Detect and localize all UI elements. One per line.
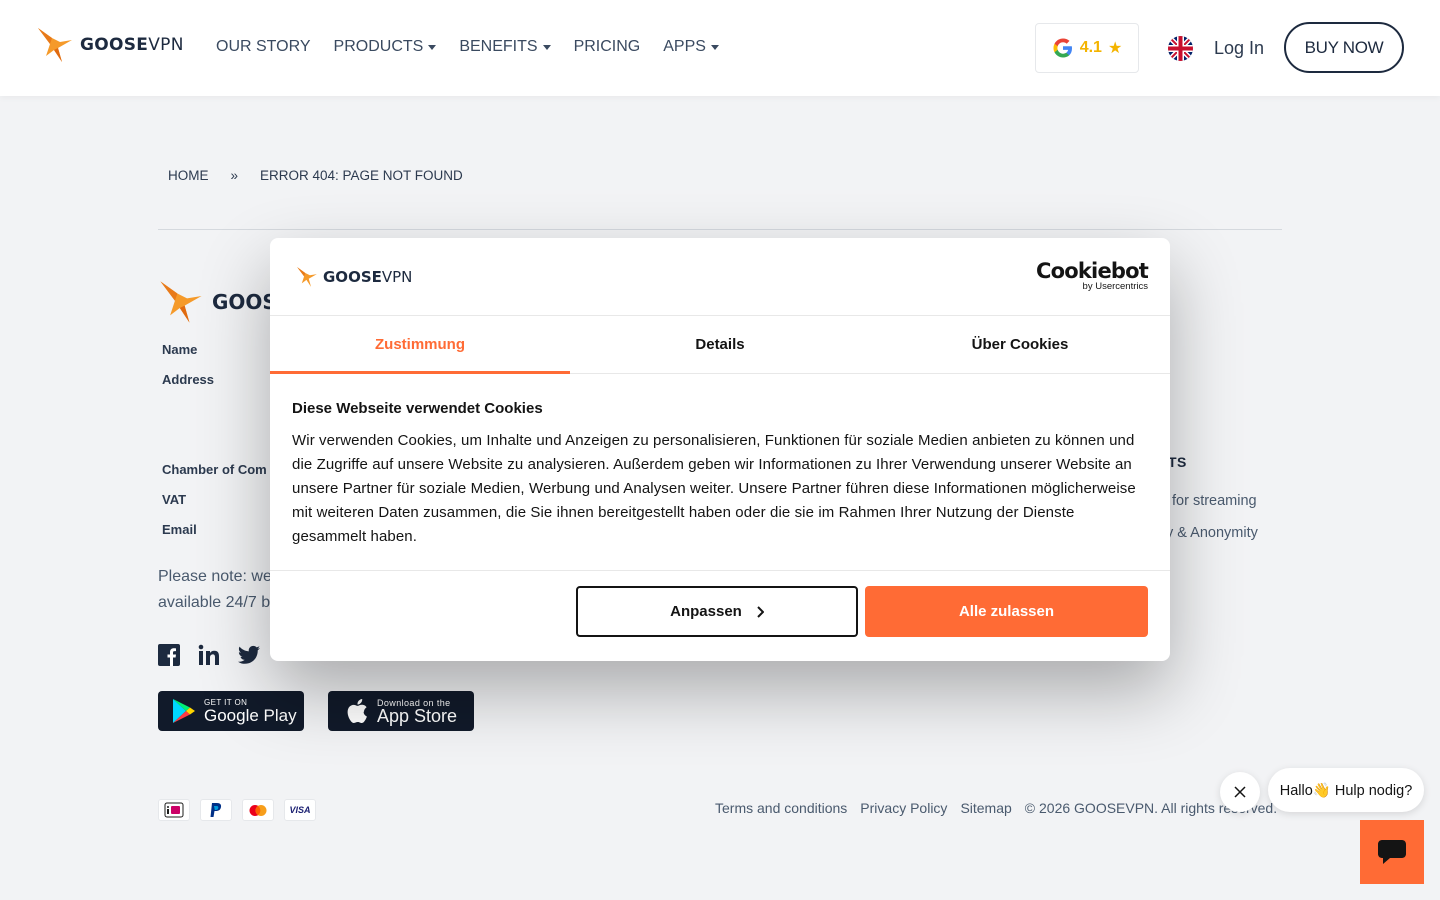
google-rating-badge[interactable]: 4.1 ★	[1035, 23, 1139, 73]
paypal-icon	[200, 799, 232, 821]
breadcrumb-home[interactable]: HOME	[168, 168, 209, 183]
caret-down-icon	[542, 44, 551, 50]
goose-logo-icon	[38, 28, 72, 62]
note-line: available 24/7 b	[158, 594, 271, 611]
linkedin-icon[interactable]	[198, 644, 220, 666]
cookie-dialog-title: Diese Webseite verwendet Cookies	[292, 400, 543, 417]
tab-details[interactable]: Details	[570, 316, 870, 373]
store-name: App Store	[377, 705, 458, 726]
note-line: Please note: we	[158, 568, 272, 585]
info-label-name: Name	[162, 342, 198, 357]
cookiebot-wordmark: Cookiebot	[1036, 259, 1149, 283]
social-links	[158, 644, 260, 666]
nav-label: PRICING	[573, 38, 641, 55]
app-store-button[interactable]: Download on the App Store	[328, 691, 474, 731]
customize-label: Anpassen	[670, 603, 742, 620]
chat-icon	[1378, 840, 1406, 864]
site-logo[interactable]: GOOSEVPN	[36, 26, 184, 64]
cookiebot-logo[interactable]: Cookiebot by Usercentrics	[1036, 259, 1149, 292]
site-header: GOOSEVPN OUR STORY PRODUCTS BENEFITS PRI…	[0, 0, 1440, 96]
footer-legal-links: Terms and conditions Privacy Policy Site…	[715, 800, 1277, 816]
allow-all-button[interactable]: Alle zulassen	[865, 586, 1148, 637]
tab-ueber-cookies[interactable]: Über Cookies	[870, 316, 1170, 373]
store-name: Google Play	[204, 706, 297, 725]
buy-now-button[interactable]: BUY NOW	[1284, 22, 1404, 73]
chat-greeting-bubble[interactable]: Hallo👋 Hulp nodig?	[1268, 768, 1424, 812]
apple-icon	[347, 699, 367, 724]
visa-icon: VISA	[284, 799, 316, 821]
info-label-vat: VAT	[162, 492, 187, 507]
chat-close-button[interactable]	[1220, 772, 1260, 812]
cookie-dialog-text: Wir verwenden Cookies, um Inhalte und An…	[292, 432, 1136, 545]
info-label-chamber: Chamber of Com	[162, 462, 267, 477]
cookie-dialog-header: GOOSEVPN Cookiebot by Usercentrics	[270, 238, 1170, 316]
footer-column-heading: TS	[1168, 454, 1187, 470]
privacy-link[interactable]: Privacy Policy	[860, 800, 947, 816]
uk-flag-icon[interactable]	[1168, 36, 1193, 61]
support-note: Please note: we available 24/7 b	[158, 564, 278, 616]
twitter-icon[interactable]	[238, 644, 260, 666]
footer-logo[interactable]: GOOS	[158, 278, 277, 326]
rating-value: 4.1	[1079, 39, 1102, 56]
nav-apps[interactable]: APPS	[663, 38, 719, 56]
nav-products[interactable]: PRODUCTS	[334, 38, 437, 56]
payment-methods: VISA	[158, 799, 316, 821]
google-play-icon	[173, 699, 195, 723]
breadcrumb-separator: »	[230, 168, 239, 183]
nav-label: APPS	[663, 38, 706, 55]
chevron-right-icon	[757, 605, 764, 618]
nav-our-story[interactable]: OUR STORY	[216, 38, 311, 56]
nav-benefits[interactable]: BENEFITS	[459, 38, 551, 56]
goose-logo-icon	[160, 281, 202, 323]
main-nav: OUR STORY PRODUCTS BENEFITS PRICING APPS	[216, 38, 719, 56]
cookie-tabs: Zustimmung Details Über Cookies	[270, 316, 1170, 374]
info-label-email: Email	[162, 522, 197, 537]
tab-zustimmung[interactable]: Zustimmung	[270, 316, 570, 374]
cookie-consent-dialog: GOOSEVPN Cookiebot by Usercentrics Zusti…	[270, 238, 1170, 661]
breadcrumb-current: ERROR 404: PAGE NOT FOUND	[260, 168, 463, 183]
footer-logo-wordmark: GOOS	[212, 290, 277, 314]
close-icon	[1234, 786, 1246, 798]
customize-button[interactable]: Anpassen	[576, 586, 858, 637]
cookie-dialog-body: Diese Webseite verwendet Cookies Wir ver…	[270, 374, 1170, 571]
logo-wordmark: GOOSEVPN	[80, 35, 184, 55]
info-label-address: Address	[162, 372, 215, 387]
mastercard-icon	[242, 799, 274, 821]
modal-logo-wordmark: GOOSEVPN	[323, 268, 413, 286]
nav-label: OUR STORY	[216, 38, 311, 55]
footer-link-streaming[interactable]: for streaming	[1172, 493, 1257, 509]
ideal-icon	[158, 799, 190, 821]
chat-launcher-button[interactable]	[1360, 820, 1424, 884]
footer-link-anonymity[interactable]: y & Anonymity	[1166, 525, 1258, 541]
goose-logo-icon	[297, 267, 317, 287]
modal-goose-logo: GOOSEVPN	[296, 266, 412, 288]
google-g-icon	[1053, 38, 1072, 58]
google-play-button[interactable]: GET IT ON Google Play	[158, 691, 304, 731]
caret-down-icon	[428, 44, 437, 50]
star-icon: ★	[1107, 40, 1123, 57]
content-divider	[158, 229, 1282, 230]
nav-pricing[interactable]: PRICING	[574, 38, 641, 56]
terms-link[interactable]: Terms and conditions	[715, 800, 847, 816]
caret-down-icon	[710, 44, 719, 50]
facebook-icon[interactable]	[158, 644, 180, 666]
nav-label: BENEFITS	[459, 38, 538, 55]
breadcrumb: HOME » ERROR 404: PAGE NOT FOUND	[168, 168, 463, 183]
login-link[interactable]: Log In	[1214, 38, 1264, 59]
sitemap-link[interactable]: Sitemap	[960, 800, 1011, 816]
nav-label: PRODUCTS	[333, 38, 424, 55]
